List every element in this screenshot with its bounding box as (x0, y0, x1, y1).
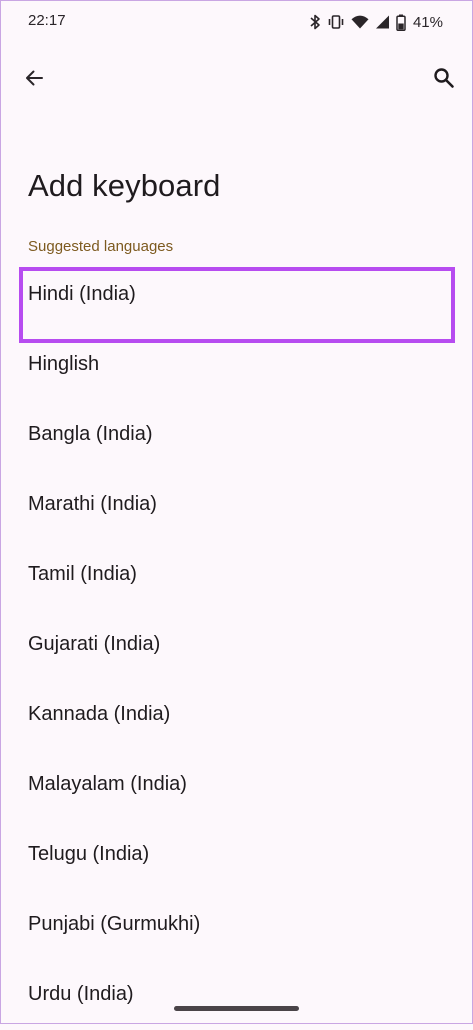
language-label: Hinglish (28, 353, 100, 375)
arrow-left-icon (24, 68, 44, 93)
language-label: Telugu (India) (28, 843, 150, 865)
language-item-tamil[interactable]: Tamil (India) (0, 540, 473, 610)
language-item-gujarati[interactable]: Gujarati (India) (0, 610, 473, 680)
wifi-icon (351, 14, 369, 30)
language-label: Kannada (India) (28, 703, 171, 725)
bluetooth-icon (309, 14, 321, 30)
language-label: Gujarati (India) (28, 633, 161, 655)
language-item-marathi[interactable]: Marathi (India) (0, 470, 473, 540)
language-item-punjabi[interactable]: Punjabi (Gurmukhi) (0, 890, 473, 960)
language-label: Bangla (India) (28, 423, 153, 445)
language-item-kannada[interactable]: Kannada (India) (0, 680, 473, 750)
battery-percent: 41% (412, 13, 443, 31)
signal-icon (375, 14, 390, 30)
search-icon (433, 67, 455, 94)
vibrate-icon (327, 14, 345, 30)
language-label: Punjabi (Gurmukhi) (28, 913, 201, 935)
page-title: Add keyboard (28, 168, 221, 203)
search-button[interactable] (428, 64, 460, 96)
status-icons: 41% (309, 12, 443, 32)
status-time: 22:17 (28, 12, 66, 29)
language-label: Tamil (India) (28, 563, 137, 585)
battery-icon (396, 14, 406, 31)
language-label: Malayalam (India) (28, 773, 187, 795)
section-header-suggested-languages: Suggested languages (28, 238, 174, 255)
language-item-hindi[interactable]: Hindi (India) (0, 260, 473, 330)
language-label: Marathi (India) (28, 493, 157, 515)
language-label: Urdu (India) (28, 983, 134, 1005)
language-label: Hindi (India) (28, 283, 136, 305)
home-gesture-bar[interactable] (174, 1006, 299, 1011)
language-item-telugu[interactable]: Telugu (India) (0, 820, 473, 890)
language-item-malayalam[interactable]: Malayalam (India) (0, 750, 473, 820)
language-item-bangla[interactable]: Bangla (India) (0, 400, 473, 470)
status-bar: 22:17 41% (0, 0, 473, 42)
language-item-urdu[interactable]: Urdu (India) (0, 960, 473, 1030)
language-item-hinglish[interactable]: Hinglish (0, 330, 473, 400)
back-button[interactable] (18, 64, 50, 96)
